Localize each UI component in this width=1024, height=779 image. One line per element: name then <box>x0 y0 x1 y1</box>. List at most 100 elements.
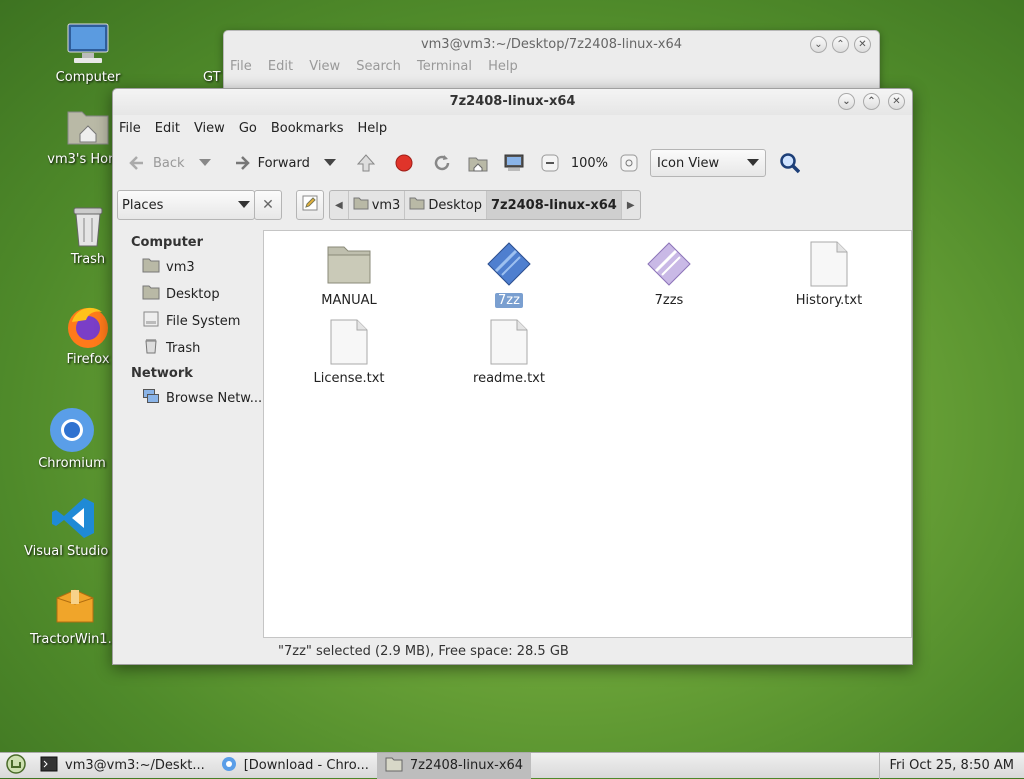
menu-edit[interactable]: Edit <box>155 121 180 136</box>
computer-icon[interactable] <box>503 152 525 174</box>
start-menu-button[interactable] <box>0 753 32 779</box>
minimize-button[interactable]: ⌄ <box>838 93 855 110</box>
taskbar-item-file-manager[interactable]: 7z2408-linux-x64 <box>376 752 532 779</box>
menubar: File Edit View Go Bookmarks Help <box>113 115 912 141</box>
taskbar: vm3@vm3:~/Deskt... [Download - Chro... 7… <box>0 752 1024 779</box>
menu-view[interactable]: View <box>194 121 225 136</box>
stop-icon[interactable] <box>393 152 415 174</box>
file-item[interactable]: History.txt <box>769 241 889 308</box>
minimize-button[interactable]: ⌄ <box>810 36 827 53</box>
home-icon[interactable] <box>467 152 489 174</box>
desktop-icon-label: Visual Studio Code <box>24 544 124 559</box>
menu-file[interactable]: File <box>230 59 252 74</box>
drive-icon <box>142 311 160 331</box>
file-item[interactable]: License.txt <box>289 319 409 386</box>
chromium-icon <box>221 756 237 776</box>
breadcrumb-label: vm3 <box>371 197 401 213</box>
taskbar-item-chromium[interactable]: [Download - Chro... <box>213 753 377 779</box>
vscode-icon <box>50 494 98 542</box>
terminal-window[interactable]: vm3@vm3:~/Desktop/7z2408-linux-x64 ⌄ ⌃ ✕… <box>223 30 880 90</box>
search-icon[interactable] <box>778 152 801 174</box>
trash-icon <box>142 338 160 358</box>
sidebar-item-trash[interactable]: Trash <box>117 335 264 362</box>
view-mode-select[interactable]: Icon View <box>650 149 767 177</box>
back-history-dropdown[interactable] <box>194 152 216 174</box>
file-item[interactable]: 7zzs <box>609 241 729 308</box>
sidebar-item-label: Desktop <box>166 286 220 302</box>
executable-icon <box>486 241 532 287</box>
breadcrumb-vm3[interactable]: vm3 <box>349 191 406 219</box>
taskbar-item-terminal[interactable]: vm3@vm3:~/Deskt... <box>32 753 213 779</box>
sidebar-item-desktop[interactable]: Desktop <box>117 281 264 308</box>
location-bar: Places ✕ ◀ vm3 Desktop 7z2408-linux-x64 … <box>113 185 912 225</box>
file-item-selected[interactable]: 7zz <box>449 241 569 308</box>
reload-icon[interactable] <box>431 152 453 174</box>
zoom-level: 100% <box>570 155 609 171</box>
menu-bookmarks[interactable]: Bookmarks <box>271 121 344 136</box>
breadcrumb-current[interactable]: 7z2408-linux-x64 <box>486 191 622 219</box>
firefox-icon <box>64 302 112 350</box>
home-folder-icon <box>142 257 160 277</box>
file-name: MANUAL <box>321 293 377 308</box>
file-item[interactable]: MANUAL <box>289 241 409 308</box>
sidebar-item-vm3[interactable]: vm3 <box>117 254 264 281</box>
menu-view[interactable]: View <box>309 59 340 74</box>
menu-terminal[interactable]: Terminal <box>417 59 472 74</box>
maximize-button[interactable]: ⌃ <box>863 93 880 110</box>
desktop-icon-computer[interactable]: Computer <box>33 20 143 85</box>
close-button[interactable]: ✕ <box>888 93 905 110</box>
forward-label: Forward <box>257 155 310 171</box>
menu-go[interactable]: Go <box>239 121 257 136</box>
file-view[interactable]: MANUAL 7zz 7zzs History.txt License.txt <box>263 230 912 638</box>
desktop-icon-chromium[interactable]: Chromium <box>17 406 127 471</box>
folder-icon <box>409 196 425 214</box>
file-name: readme.txt <box>473 371 545 386</box>
maximize-button[interactable]: ⌃ <box>832 36 849 53</box>
zoom-out-icon[interactable] <box>539 152 561 174</box>
trash-icon <box>64 202 112 250</box>
breadcrumb-right-arrow[interactable]: ▶ <box>622 191 640 219</box>
status-bar: "7zz" selected (2.9 MB), Free space: 28.… <box>278 644 569 659</box>
close-icon: ✕ <box>262 197 274 213</box>
file-item[interactable]: readme.txt <box>449 319 569 386</box>
window-titlebar[interactable]: 7z2408-linux-x64 ⌄ ⌃ ✕ <box>113 89 912 115</box>
chromium-icon <box>48 406 96 454</box>
sidebar-item-label: Browse Netw... <box>166 390 263 406</box>
breadcrumb-label: Desktop <box>428 197 482 213</box>
taskbar-item-label: vm3@vm3:~/Deskt... <box>65 758 205 773</box>
home-folder-icon <box>64 102 112 150</box>
close-sidebar-button[interactable]: ✕ <box>254 190 282 220</box>
forward-history-dropdown[interactable] <box>319 152 341 174</box>
desktop-icon-label: Chromium <box>38 456 106 471</box>
sidebar-item-file-system[interactable]: File System <box>117 308 264 335</box>
menu-edit[interactable]: Edit <box>268 59 293 74</box>
back-button[interactable]: Back <box>121 148 190 178</box>
close-button[interactable]: ✕ <box>854 36 871 53</box>
menu-help[interactable]: Help <box>488 59 518 74</box>
file-name: 7zzs <box>654 293 684 308</box>
clock[interactable]: Fri Oct 25, 8:50 AM <box>878 752 1024 779</box>
file-name: License.txt <box>313 371 385 386</box>
edit-icon <box>302 195 318 215</box>
text-file-icon <box>806 241 852 287</box>
terminal-menubar: File Edit View Search Terminal Help <box>224 59 879 83</box>
sidebar-header-network: Network <box>131 366 193 381</box>
toggle-location-entry-button[interactable] <box>296 190 324 220</box>
forward-button[interactable]: Forward <box>226 148 315 178</box>
file-manager-window[interactable]: 7z2408-linux-x64 ⌄ ⌃ ✕ File Edit View Go… <box>112 88 913 665</box>
up-arrow-icon[interactable] <box>355 152 377 174</box>
menu-help[interactable]: Help <box>357 121 387 136</box>
folder-icon <box>385 756 403 776</box>
breadcrumb-desktop[interactable]: Desktop <box>405 191 487 219</box>
back-arrow-icon <box>126 152 148 174</box>
menu-file[interactable]: File <box>119 121 141 136</box>
sidebar-item-browse-network[interactable]: Browse Netw... <box>117 385 264 412</box>
network-icon <box>142 388 160 408</box>
sidebar-item-label: File System <box>166 313 241 329</box>
breadcrumb-left-arrow[interactable]: ◀ <box>330 191 349 219</box>
toolbar: Back Forward 100% Icon View <box>113 141 912 185</box>
sidebar-pane-value: Places <box>122 197 164 213</box>
sidebar-pane-select[interactable]: Places <box>117 190 255 220</box>
zoom-in-icon[interactable] <box>618 152 640 174</box>
menu-search[interactable]: Search <box>356 59 401 74</box>
